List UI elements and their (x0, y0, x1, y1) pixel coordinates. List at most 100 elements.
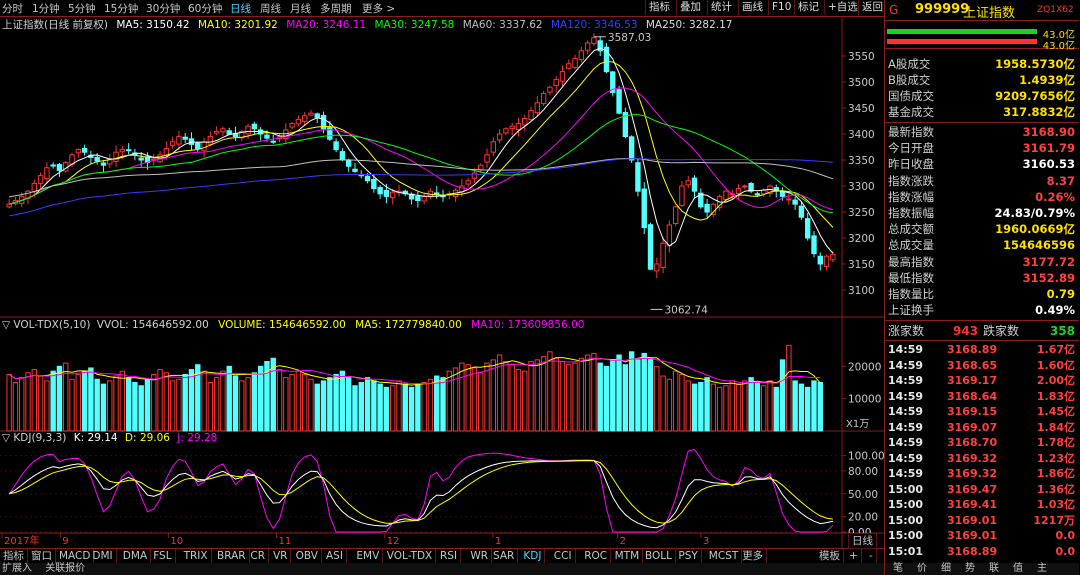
status-expand[interactable]: 扩展入 (2, 563, 32, 574)
tick-row[interactable]: 14:59 3168.89 1.67亿 (885, 342, 1079, 358)
vol-legend-name: VOL-TDX(5,10) (13, 319, 91, 331)
period-tab-6[interactable]: 日线 (230, 1, 251, 16)
volume-bar (364, 377, 371, 432)
indicator-tab-19[interactable]: ROC (581, 549, 612, 563)
period-tab-1[interactable]: 1分钟 (32, 1, 60, 16)
tick-amount: 1.84亿 (1036, 420, 1075, 434)
quote-tab-4[interactable]: 联 (989, 563, 999, 574)
tick-price: 3168.70 (947, 436, 998, 449)
tick-row[interactable]: 14:59 3169.17 2.00亿 (885, 373, 1079, 389)
toolbar-button-4[interactable]: F10 (768, 0, 794, 15)
indicator-right-2[interactable]: - (866, 549, 877, 563)
volume-bar (119, 370, 126, 432)
indicator-tab-16[interactable]: SAR (490, 549, 519, 563)
toolbar-button-6[interactable]: +自选 (824, 0, 861, 15)
status-related-quote[interactable]: 关联报价 (45, 563, 85, 574)
indicator-tab-3[interactable]: DMI (89, 549, 117, 563)
period-tab-4[interactable]: 30分钟 (146, 1, 180, 16)
quote-tab-6[interactable]: 主 (1037, 563, 1047, 574)
indicator-tab-15[interactable]: WR (467, 549, 493, 563)
vol-legend-vvol: VVOL: 154646592.00 (96, 319, 209, 331)
indicator-tab-22[interactable]: PSY (675, 549, 702, 563)
indicator-tab-23[interactable]: MCST (706, 549, 743, 563)
period-tab-9[interactable]: 多周期 (320, 1, 352, 16)
volume-bar (421, 382, 427, 432)
indicator-tab-11[interactable]: ASI (323, 549, 347, 563)
toolbar-button-1[interactable]: 叠加 (676, 0, 704, 15)
tick-row[interactable]: 14:59 3168.64 1.83亿 (885, 389, 1079, 405)
indicator-tab-12[interactable]: EMV (353, 549, 384, 563)
chart-area[interactable]: 3550 3500 3450 3400 3350 3300 3250 3200 3150 3100… (0, 16, 885, 574)
indicator-tab-6[interactable]: TRIX (181, 549, 212, 563)
period-tab-7[interactable]: 周线 (260, 1, 281, 16)
tick-list[interactable]: 14:59 3168.89 1.67亿 14:59 3168.65 1.60亿 14:59 3… (885, 342, 1079, 563)
period-tab-5[interactable]: 60分钟 (188, 1, 222, 16)
tick-row[interactable]: 14:59 3169.07 1.84亿 (885, 420, 1079, 436)
volume-legend: ▽ VOL-TDX(5,10) VVOL: 154646592.00 VOLUM… (2, 319, 585, 331)
quote-tab-1[interactable]: 价 (917, 563, 927, 574)
tick-time: 14:59 (888, 405, 924, 418)
quote-tab-2[interactable]: 细 (941, 563, 951, 574)
tick-row[interactable]: 14:59 3169.32 1.23亿 (885, 451, 1079, 467)
volume-bar (69, 378, 75, 432)
indicator-tab-1[interactable]: 窗口 (28, 549, 56, 563)
toolbar-button-3[interactable]: 画线 (738, 0, 766, 15)
volume-bar (188, 369, 195, 432)
indicator-tab-17[interactable]: KDJ (520, 549, 546, 563)
legend-ma250: MA250: 3282.17 (645, 19, 733, 31)
kline-chart[interactable]: 3550350034503400335033003250320031503100… (0, 16, 885, 548)
kdj-legend: ▽ KDJ(9,3,3) K: 29.14 D: 29.06 J: 29.28 (2, 432, 218, 444)
tick-row[interactable]: 14:59 3168.70 1.78亿 (885, 435, 1079, 451)
tick-row[interactable]: 15:00 3169.01 1217万 (885, 513, 1079, 529)
indicator-right-1[interactable]: + (846, 549, 862, 563)
tick-row[interactable]: 15:01 3168.89 0.0 (885, 544, 1079, 560)
tick-row[interactable]: 15:00 3169.47 1.36亿 (885, 482, 1079, 498)
tick-time: 14:59 (888, 374, 924, 387)
indicator-tab-10[interactable]: OBV (293, 549, 322, 563)
indicator-right-0[interactable]: 模板 (816, 549, 844, 563)
indicator-tab-9[interactable]: VR (270, 549, 292, 563)
ma20-line (8, 87, 834, 211)
volume-bar (471, 367, 478, 432)
indicator-tab-7[interactable]: BRAR (214, 549, 250, 563)
volume-bar (685, 380, 691, 432)
indicator-tab-20[interactable]: MTM (612, 549, 644, 563)
tick-row[interactable]: 15:00 3169.41 1.03亿 (885, 497, 1079, 513)
toolbar-button-0[interactable]: 指标 (645, 0, 673, 15)
volume-bar (107, 380, 113, 432)
candle-body (56, 164, 63, 171)
indicator-tab-24[interactable]: 更多 (739, 549, 768, 563)
date-label: 2017年 (4, 534, 39, 547)
toolbar-button-5[interactable]: 标记 (794, 0, 822, 15)
volume-bar (213, 377, 220, 432)
volume-bar (566, 364, 572, 432)
period-tab-2[interactable]: 5分钟 (68, 1, 96, 16)
tick-row[interactable]: 15:00 3169.01 0.0 (885, 528, 1079, 544)
quote-tab-5[interactable]: 值 (1013, 563, 1023, 574)
indicator-tab-4[interactable]: DMA (120, 549, 152, 563)
indicator-tab-0[interactable]: 指标 (0, 549, 28, 563)
indicator-tab-8[interactable]: CR (247, 549, 270, 563)
indicator-tab-5[interactable]: FSL (150, 549, 176, 563)
toolbar-button-7[interactable]: 返回 (858, 0, 886, 15)
quote-tab-0[interactable]: 笔 (893, 563, 903, 574)
tick-row[interactable]: 14:59 3168.65 1.60亿 (885, 358, 1079, 374)
period-tab-3[interactable]: 15分钟 (104, 1, 138, 16)
candle-body (691, 177, 698, 192)
candle-body (547, 86, 553, 93)
indicator-tab-13[interactable]: VOL-TDX (384, 549, 437, 563)
indicator-tab-14[interactable]: RSI (437, 549, 462, 563)
turnover-value: 1.4939亿 (1019, 73, 1075, 87)
indicator-tab-18[interactable]: CCI (551, 549, 576, 563)
period-tab-8[interactable]: 月线 (290, 1, 311, 16)
index-stat-label: 指数涨跌 (888, 173, 934, 188)
tick-row[interactable]: 14:59 3169.15 1.45亿 (885, 404, 1079, 420)
period-tab-0[interactable]: 分时 (2, 1, 23, 16)
volume-bar (270, 357, 276, 432)
quote-tab-3[interactable]: 势 (965, 563, 975, 574)
tick-row[interactable]: 14:59 3169.32 1.86亿 (885, 466, 1079, 482)
indicator-tab-21[interactable]: BOLL (642, 549, 676, 563)
period-shortcut-tab[interactable]: 日线 (848, 533, 877, 549)
period-tab-10[interactable]: 更多 > (362, 1, 395, 16)
toolbar-button-2[interactable]: 统计 (707, 0, 735, 15)
